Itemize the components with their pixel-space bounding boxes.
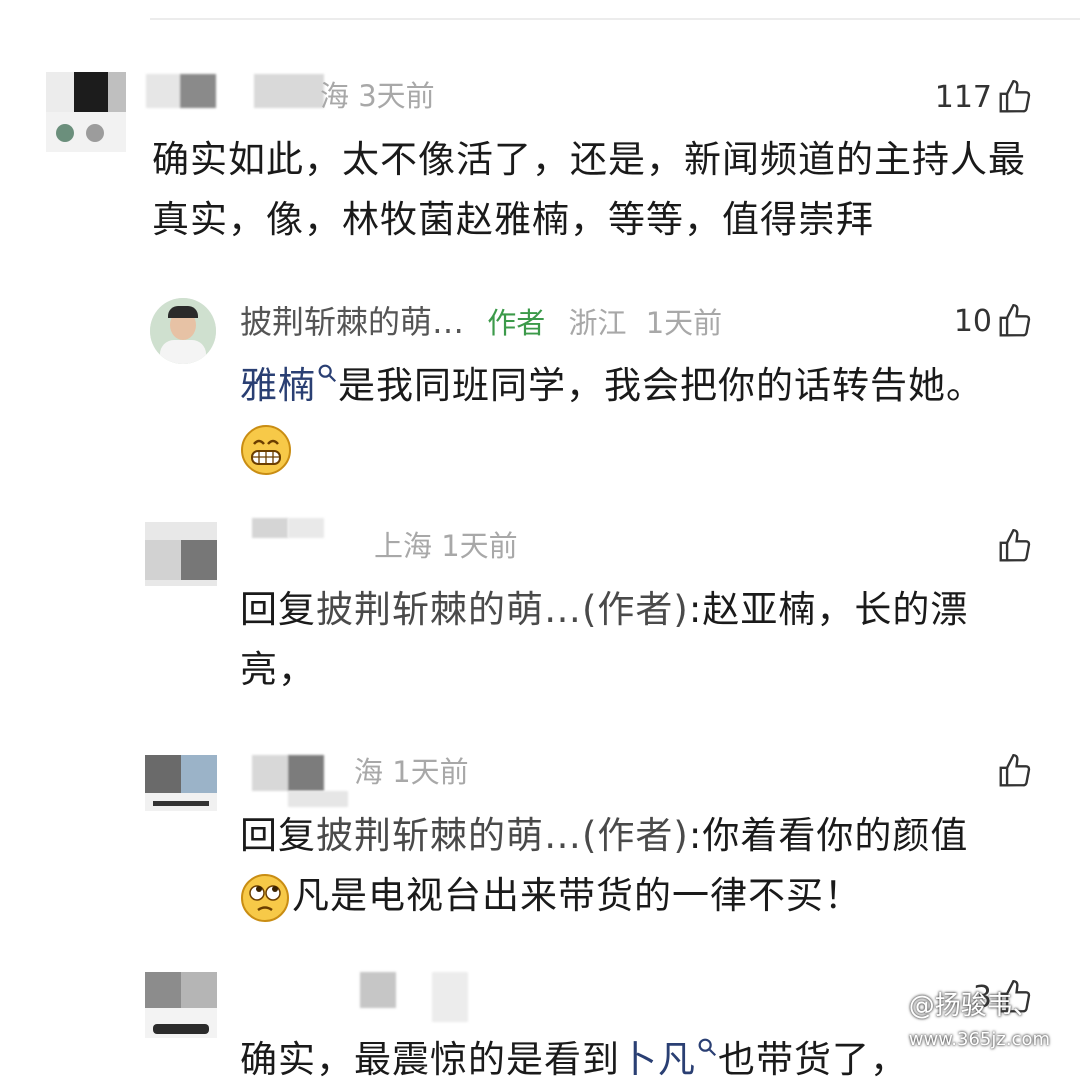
location: 浙江	[568, 306, 627, 340]
author-badge: 作者	[487, 306, 546, 340]
like-count: 117	[934, 79, 992, 115]
avatar[interactable]	[150, 298, 216, 364]
username-blurred[interactable]	[288, 755, 324, 791]
grin-emoji-icon	[241, 424, 291, 475]
time: 1天前	[645, 306, 723, 340]
username-blurred[interactable]	[252, 755, 288, 791]
username-blurred[interactable]	[288, 791, 348, 807]
rolling-eyes-emoji-icon	[241, 873, 289, 922]
avatar[interactable]	[46, 72, 126, 152]
comment-text: 确实如此，太不像活了，还是，新闻频道的主持人最真实，像，林牧菌赵雅楠，等等，值得…	[152, 138, 1026, 241]
comment-text-content: 确实，最震惊的是看到	[240, 1038, 620, 1081]
comment-text-tail: 也带货了，	[718, 1038, 908, 1081]
location-time: 海 1天前	[354, 755, 469, 789]
avatar[interactable]	[145, 755, 217, 811]
username-blurred[interactable]	[288, 518, 324, 538]
reply-prefix: 回复	[240, 814, 316, 857]
like-button[interactable]	[996, 752, 1034, 790]
thumbs-up-icon	[999, 79, 1031, 113]
like-count: 10	[953, 303, 992, 339]
comment-text-line2: 凡是电视台出来带货的一律不买！	[292, 874, 862, 917]
comment-text: 回复披荆斩棘的萌…(作者):赵亚楠，长的漂亮，	[240, 580, 1030, 700]
like-button[interactable]: 117	[935, 78, 1034, 116]
username-blurred[interactable]	[180, 74, 216, 108]
comment-text: 雅楠 是我同班同学，我会把你的话转告她。	[240, 356, 1060, 476]
like-button[interactable]	[996, 527, 1034, 565]
search-link[interactable]: 雅楠	[240, 364, 316, 407]
watermark-url: www.365jz.com	[908, 1029, 1050, 1050]
username[interactable]: 披荆斩棘的萌…	[240, 303, 464, 341]
divider	[150, 18, 1080, 20]
reply-target[interactable]: 披荆斩棘的萌…(作者)	[316, 814, 689, 857]
username-blurred[interactable]	[360, 972, 396, 1008]
comment-meta: 披荆斩棘的萌… 作者 浙江 1天前	[240, 302, 722, 343]
watermark: @扬骏韦、 www.365jz.com	[909, 985, 1050, 1052]
comment-meta: 海 1天前	[354, 752, 469, 792]
thumbs-up-icon	[999, 303, 1031, 337]
username-blurred[interactable]	[146, 74, 180, 108]
comment-text: 回复披荆斩棘的萌…(作者):你着看你的颜值 凡是电视台出来带货的一律不买！	[240, 806, 1060, 926]
location-time: 海 3天前	[320, 79, 435, 113]
search-link[interactable]: 卜凡	[620, 1038, 696, 1081]
watermark-text: @扬骏韦、	[908, 991, 1039, 1021]
reply-target[interactable]: 披荆斩棘的萌…(作者)	[316, 588, 689, 631]
reply-prefix: 回复	[240, 588, 316, 631]
comment-meta: 上海 1天前	[374, 526, 518, 566]
username-blurred[interactable]	[432, 972, 468, 1022]
like-button[interactable]: 10	[954, 302, 1034, 340]
search-icon[interactable]	[696, 1036, 718, 1058]
avatar[interactable]	[145, 522, 217, 586]
avatar[interactable]	[145, 972, 217, 1038]
location-time: 上海 1天前	[374, 529, 518, 563]
thumbs-up-icon	[999, 528, 1031, 562]
username-blurred[interactable]	[254, 74, 324, 108]
search-icon[interactable]	[316, 362, 338, 384]
thumbs-up-icon	[999, 753, 1031, 787]
comment-text-content: 是我同班同学，我会把你的话转告她。	[338, 364, 984, 407]
comment-meta: 海 3天前	[320, 76, 435, 116]
comment-text-content: :你着看你的颜值	[688, 814, 969, 857]
username-blurred[interactable]	[252, 518, 288, 538]
